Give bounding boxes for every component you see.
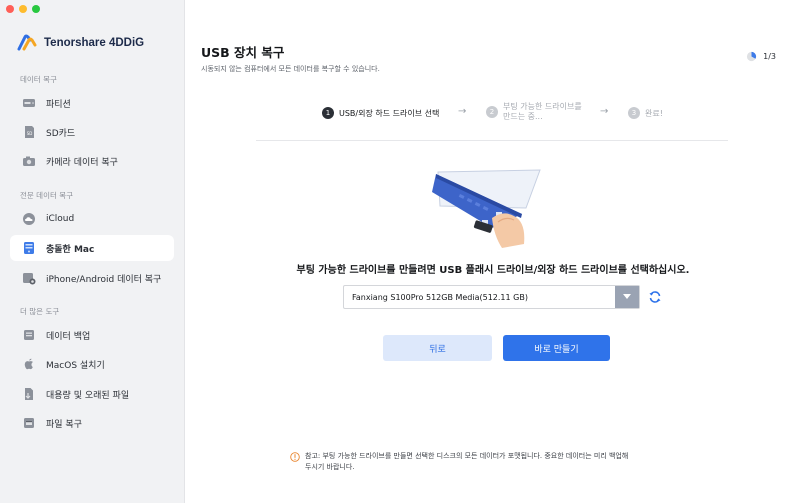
step-label-line1: 부팅 가능한 드라이브를 — [503, 102, 582, 111]
sidebar-item-file-repair[interactable]: 파일 복구 — [10, 410, 174, 436]
macos-installer-icon — [22, 357, 36, 371]
drive-select-value: Fanxiang S100Pro 512GB Media(512.11 GB) — [352, 292, 528, 302]
large-files-icon — [22, 387, 36, 401]
step-label: 완료! — [645, 108, 663, 118]
sidebar: Tenorshare 4DDiG 데이터 복구 파티션 SD SD카드 카메라 … — [0, 0, 185, 503]
sidebar-item-label: 충돌한 Mac — [46, 244, 95, 255]
step-label: USB/외장 하드 드라이브 선택 — [339, 108, 440, 118]
file-repair-icon — [22, 416, 36, 430]
sidebar-item-label: 파일 복구 — [46, 419, 82, 430]
sidebar-item-partition[interactable]: 파티션 — [10, 90, 174, 116]
sidebar-item-camera[interactable]: 카메라 데이터 복구 — [10, 148, 174, 174]
step-2: 2 부팅 가능한 드라이브를 만드는 중... — [486, 102, 582, 122]
notice-text-line2: 두시기 바랍니다. — [305, 463, 355, 471]
sidebar-item-label: MacOS 설치기 — [46, 360, 105, 371]
usb-laptop-illustration — [432, 169, 541, 248]
divider — [256, 140, 728, 141]
progress-pie-icon — [747, 51, 757, 62]
instruction-text: 부팅 가능한 드라이브를 만들려면 USB 플래시 드라이브/외장 하드 드라이… — [296, 265, 690, 276]
sidebar-item-icloud[interactable]: iCloud — [10, 206, 174, 232]
window-controls — [6, 5, 40, 13]
chevron-down-icon[interactable] — [615, 286, 639, 308]
app-name: Tenorshare 4DDiG — [44, 37, 145, 49]
sidebar-item-macos-installer[interactable]: MacOS 설치기 — [10, 351, 174, 377]
page-counter-text: 1/3 — [763, 52, 776, 61]
page-subtitle: 시동되지 않는 컴퓨터에서 모든 데이터를 복구할 수 있습니다. — [201, 65, 380, 73]
minimize-window-button[interactable] — [19, 5, 27, 13]
drive-select[interactable]: Fanxiang S100Pro 512GB Media(512.11 GB) — [343, 285, 640, 309]
sidebar-item-label: iPhone/Android 데이터 복구 — [46, 274, 162, 285]
page-counter: 1/3 — [746, 51, 776, 62]
warning-info-icon — [290, 452, 300, 462]
create-now-button[interactable]: 바로 만들기 — [503, 335, 610, 361]
step-1: 1 USB/외장 하드 드라이브 선택 — [322, 107, 439, 119]
close-window-button[interactable] — [6, 5, 14, 13]
app-logo: Tenorshare 4DDiG — [16, 34, 144, 52]
crashed-mac-icon — [22, 241, 36, 255]
sidebar-item-backup[interactable]: 데이터 백업 — [10, 322, 174, 348]
step-number: 3 — [628, 107, 640, 119]
sidebar-item-large-files[interactable]: 대용량 및 오래된 파일 — [10, 381, 174, 407]
camera-icon — [22, 154, 36, 168]
phone-recovery-icon — [22, 271, 36, 285]
refresh-icon[interactable] — [648, 290, 662, 304]
sidebar-item-label: iCloud — [46, 214, 75, 224]
sidebar-item-label: 대용량 및 오래된 파일 — [46, 390, 130, 401]
step-number: 1 — [322, 107, 334, 119]
sd-card-icon: SD — [22, 125, 36, 139]
svg-text:SD: SD — [27, 131, 33, 136]
sidebar-item-label: 파티션 — [46, 99, 71, 110]
zoom-window-button[interactable] — [32, 5, 40, 13]
sidebar-item-sd-card[interactable]: SD SD카드 — [10, 119, 174, 145]
step-label-line2: 만드는 중... — [503, 112, 543, 121]
step-3: 3 완료! — [628, 107, 663, 119]
main-panel: USB 장치 복구 시동되지 않는 컴퓨터에서 모든 데이터를 복구할 수 있습… — [186, 0, 800, 503]
sidebar-item-label: 카메라 데이터 복구 — [46, 157, 118, 168]
sidebar-item-crashed-mac[interactable]: 충돌한 Mac — [10, 235, 174, 261]
step-number: 2 — [486, 106, 498, 118]
arrow-right-icon: → — [600, 106, 609, 117]
page-title: USB 장치 복구 — [201, 45, 285, 60]
icloud-icon — [22, 212, 36, 226]
sidebar-item-label: SD카드 — [46, 128, 76, 139]
section-label-more-tools: 더 많은 도구 — [20, 307, 60, 316]
sidebar-item-phone-recovery[interactable]: iPhone/Android 데이터 복구 — [10, 265, 174, 291]
arrow-right-icon: → — [458, 106, 467, 117]
sidebar-item-label: 데이터 백업 — [46, 331, 91, 342]
notice-text-line1: 참고: 부팅 가능한 드라이브를 만들면 선택한 디스크의 모든 데이터가 포맷… — [305, 452, 629, 460]
partition-icon — [22, 96, 36, 110]
back-button[interactable]: 뒤로 — [383, 335, 492, 361]
section-label-data-recovery: 데이터 복구 — [20, 75, 57, 84]
section-label-pro-recovery: 전문 데이터 복구 — [20, 191, 74, 200]
backup-icon — [22, 328, 36, 342]
stepper: 1 USB/외장 하드 드라이브 선택 → 2 부팅 가능한 드라이브를 만드는… — [322, 102, 682, 128]
format-warning-notice: 참고: 부팅 가능한 드라이브를 만들면 선택한 디스크의 모든 데이터가 포맷… — [290, 451, 710, 473]
brand-logo-icon — [17, 34, 37, 51]
